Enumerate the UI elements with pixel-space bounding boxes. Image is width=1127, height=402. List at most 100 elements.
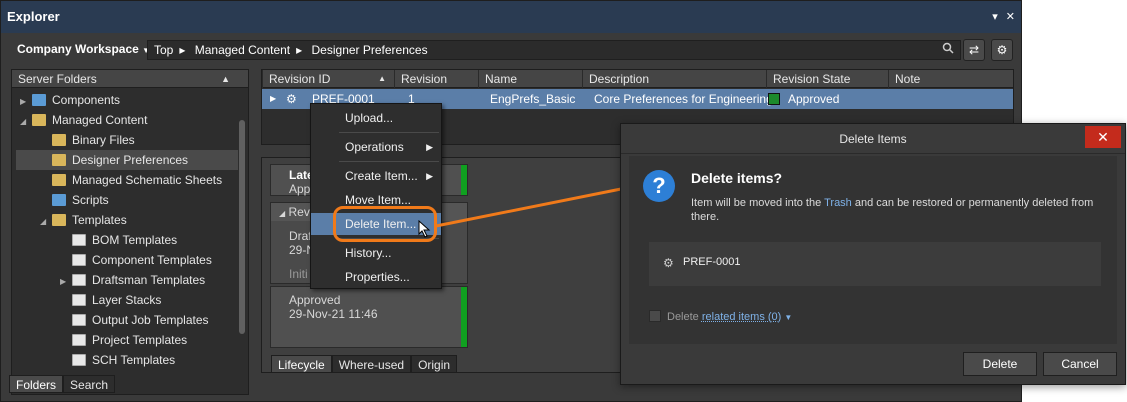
close-icon[interactable]: ✕ <box>1006 1 1015 33</box>
cancel-button[interactable]: Cancel <box>1043 352 1117 376</box>
tree-item-label: Managed Content <box>52 113 148 127</box>
dialog-body: ? Delete items? Item will be moved into … <box>629 156 1117 344</box>
lifecycle-tabs: Lifecycle Where-used Origin <box>271 355 458 373</box>
toolbar: Company Workspace ▼ Top▸ Managed Content… <box>7 39 1015 63</box>
dialog-message: Item will be moved into the Trash and ca… <box>691 197 1094 223</box>
expand-arrow-icon[interactable]: ▶ <box>60 272 72 292</box>
tab-lifecycle[interactable]: Lifecycle <box>271 355 332 373</box>
tab-search[interactable]: Search <box>63 375 116 393</box>
close-button[interactable]: ✕ <box>1085 126 1121 148</box>
column-header[interactable]: Name <box>478 70 582 88</box>
menu-separator <box>339 132 439 133</box>
tree-item[interactable]: Output Job Templates <box>16 310 238 330</box>
preferences-icon <box>52 154 66 166</box>
scripts-icon <box>52 194 66 206</box>
components-icon <box>32 94 46 106</box>
delete-related-checkbox[interactable] <box>649 310 661 322</box>
latest-sub: App <box>289 182 311 196</box>
folder-icon <box>32 114 46 126</box>
callout-arrow <box>435 178 642 228</box>
server-folders-panel: Server Folders ▲ ▶ Components ◢ Managed Con… <box>11 69 249 395</box>
tree-item[interactable]: BOM Templates <box>16 230 238 250</box>
folders-scrollbar[interactable] <box>239 120 245 334</box>
tree-item-label: Scripts <box>72 193 109 207</box>
column-header[interactable]: Description <box>582 70 766 88</box>
menu-item-history[interactable]: History... <box>311 242 441 264</box>
tree-item[interactable]: SCH Templates <box>16 350 238 370</box>
column-header[interactable]: Revision State <box>766 70 888 88</box>
gear-icon: ⚙ <box>286 92 297 106</box>
menu-separator <box>339 161 439 162</box>
breadcrumb-item[interactable]: Managed Content <box>195 43 290 57</box>
approved-label: Approved <box>289 293 341 307</box>
approved-state-icon <box>768 93 780 105</box>
expand-arrow-icon[interactable]: ▶ <box>270 89 276 109</box>
sort-up-icon[interactable]: ▲ <box>221 70 230 88</box>
tree-item-label: Components <box>52 93 121 107</box>
menu-item-create[interactable]: Create Item... ▶ <box>311 165 441 187</box>
tree-item-label: Component Templates <box>92 253 212 267</box>
column-header[interactable]: Revision <box>394 70 478 88</box>
tree-item[interactable]: Layer Stacks <box>16 290 238 310</box>
tree-item-label: Templates <box>72 213 127 227</box>
tree-item[interactable]: Project Templates <box>16 330 238 350</box>
related-items-link[interactable]: related items (0) <box>702 311 781 323</box>
chevron-down-icon: ▼ <box>784 313 793 322</box>
tree-item[interactable]: Managed Schematic Sheets <box>16 170 238 190</box>
settings-button[interactable]: ⚙ <box>991 39 1013 61</box>
tree-item[interactable]: Binary Files <box>16 130 238 150</box>
explorer-title-bar: Explorer ▾ ✕ <box>1 1 1021 33</box>
expand-arrow-icon[interactable]: ◢ <box>40 212 52 232</box>
grid-header: Revision ID ▲ Revision Name Description R… <box>262 70 1013 88</box>
tab-origin[interactable]: Origin <box>411 355 458 373</box>
sort-up-icon: ▲ <box>378 74 386 83</box>
tree-item[interactable]: Scripts <box>16 190 238 210</box>
tree-item[interactable]: Designer Preferences <box>16 150 238 170</box>
trash-link[interactable]: Trash <box>824 197 852 209</box>
refresh-button[interactable]: ⇄ <box>963 39 985 61</box>
menu-item-properties[interactable]: Properties... <box>311 266 441 288</box>
tree-item[interactable]: Component Templates <box>16 250 238 270</box>
close-icon: ✕ <box>1097 129 1109 145</box>
breadcrumb[interactable]: Top ▸ Managed Content ▸ Designer Preferenc… <box>147 40 961 60</box>
approved-card[interactable]: Approved 29-Nov-21 11:46 <box>270 286 468 348</box>
window-controls: ▾ ✕ <box>992 1 1015 33</box>
items-list: ⚙ PREF-0001 <box>649 242 1101 286</box>
delete-button[interactable]: Delete <box>963 352 1037 376</box>
menu-chevron-icon[interactable]: ▾ <box>992 1 998 33</box>
context-menu: Upload... Operations ▶ Create Item... ▶ Mo… <box>310 103 442 289</box>
gear-icon: ⚙ <box>663 256 674 270</box>
tree-item[interactable]: ▶ Components <box>16 90 238 110</box>
explorer-title: Explorer <box>7 9 60 24</box>
column-header[interactable]: Note <box>888 70 1013 88</box>
menu-item-operations[interactable]: Operations ▶ <box>311 136 441 158</box>
cell-description: Core Preferences for Engineering <box>594 92 773 106</box>
template-icon <box>72 234 86 246</box>
dialog-heading: Delete items? <box>691 170 783 186</box>
tree-item[interactable]: ▶ Draftsman Templates <box>16 270 238 290</box>
cell-state: Approved <box>768 89 839 109</box>
template-icon <box>72 254 86 266</box>
tree-item-label: Draftsman Templates <box>92 273 206 287</box>
expand-arrow-icon[interactable]: ◢ <box>20 112 32 132</box>
tree-item-label: Output Job Templates <box>92 313 209 327</box>
menu-item-upload[interactable]: Upload... <box>311 107 441 129</box>
tab-folders[interactable]: Folders <box>9 375 64 393</box>
column-header[interactable]: Revision ID ▲ <box>262 70 394 88</box>
workspace-dropdown[interactable]: Company Workspace ▼ <box>17 42 150 56</box>
initial-label: Initi <box>289 267 308 281</box>
dialog-title-bar: Delete Items ✕ <box>621 124 1125 154</box>
template-icon <box>72 354 86 366</box>
dialog-title: Delete Items <box>839 132 907 146</box>
tree-item[interactable]: ◢ Managed Content <box>16 110 238 130</box>
tree-item-label: BOM Templates <box>92 233 178 247</box>
tree-item[interactable]: ◢ Templates <box>16 210 238 230</box>
breadcrumb-item[interactable]: Designer Preferences <box>312 43 428 57</box>
draft-label: Draf <box>289 229 312 243</box>
folder-icon <box>52 134 66 146</box>
tab-where-used[interactable]: Where-used <box>331 355 412 373</box>
expand-arrow-icon[interactable]: ▶ <box>20 92 32 112</box>
search-icon[interactable] <box>942 41 954 59</box>
template-icon <box>72 334 86 346</box>
breadcrumb-item[interactable]: Top <box>154 43 173 57</box>
